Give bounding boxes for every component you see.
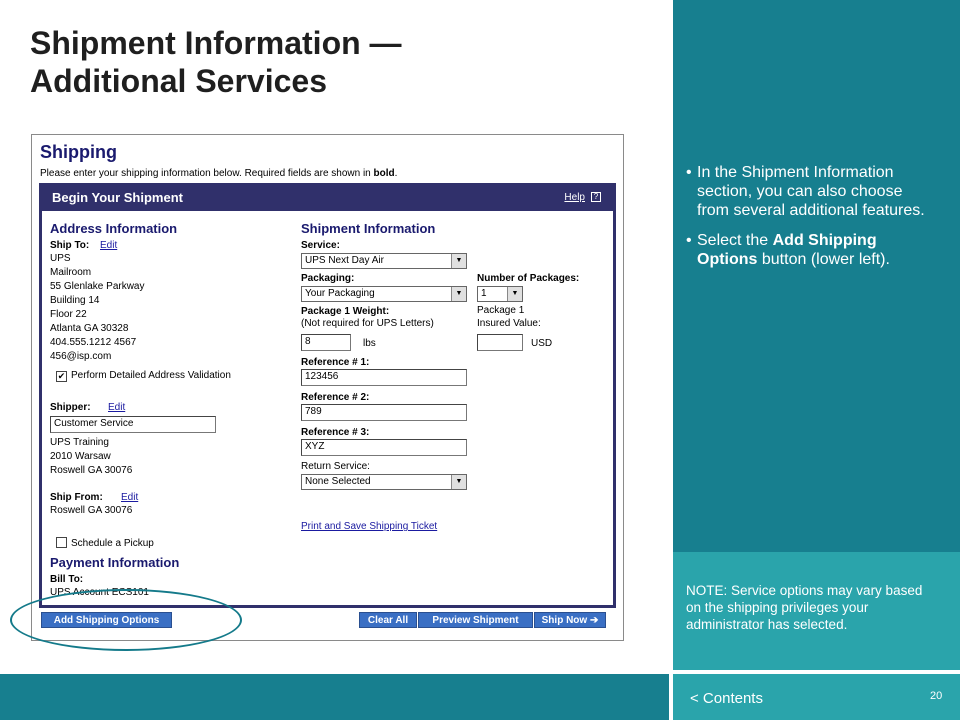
- address-line: Building 14: [50, 295, 100, 306]
- shipping-heading: Shipping: [40, 142, 117, 162]
- packaging-value: Your Packaging: [305, 288, 375, 299]
- highlight-ring: [10, 589, 242, 651]
- print-shipping-ticket-link[interactable]: Print and Save Shipping Ticket: [301, 521, 437, 532]
- reference3-input[interactable]: XYZ: [301, 439, 467, 456]
- address-line: 404.555.1212 4567: [50, 337, 137, 348]
- contents-link[interactable]: < Contents: [690, 690, 763, 707]
- address-line: Mailroom: [50, 267, 92, 278]
- shipper-address: UPS Training 2010 Warsaw Roswell GA 3007…: [50, 436, 132, 478]
- shipping-intro: Please enter your shipping information b…: [40, 168, 398, 179]
- instruction-bullets: In the Shipment Information section, you…: [686, 163, 936, 280]
- address-line: 456@isp.com: [50, 351, 112, 362]
- packaging-label: Packaging:: [301, 273, 355, 284]
- chevron-down-icon: ▼: [507, 287, 522, 301]
- address-line: UPS: [50, 253, 71, 264]
- chevron-down-icon: ▼: [451, 254, 466, 268]
- schedule-pickup-label: Schedule a Pickup: [71, 538, 154, 549]
- panel-title: Begin Your Shipment: [52, 190, 183, 205]
- address-section-title: Address Information: [50, 221, 178, 236]
- payment-section-title: Payment Information: [50, 555, 180, 570]
- ship-to-edit-link[interactable]: Edit: [100, 240, 117, 251]
- return-service-value: None Selected: [305, 476, 371, 487]
- package1-label: Package 1: [477, 305, 525, 316]
- address-line: 2010 Warsaw: [50, 451, 111, 462]
- ship-from-edit-link[interactable]: Edit: [121, 492, 138, 503]
- weight-unit: lbs: [363, 338, 376, 349]
- num-packages-label: Number of Packages:: [477, 273, 580, 284]
- reference3-label: Reference # 3:: [301, 427, 370, 438]
- insured-value-label: Insured Value:: [477, 318, 541, 329]
- address-line: 55 Glenlake Parkway: [50, 281, 145, 292]
- address-line: Roswell GA 30076: [50, 465, 133, 476]
- ship-to-address: UPS Mailroom 55 Glenlake Parkway Buildin…: [50, 252, 145, 364]
- weight-input[interactable]: 8: [301, 334, 351, 351]
- service-label: Service:: [301, 240, 340, 251]
- slide-title: Shipment Information — Additional Servic…: [30, 24, 650, 100]
- clear-all-button[interactable]: Clear All: [359, 612, 417, 628]
- insured-value-input[interactable]: [477, 334, 523, 351]
- shipper-input[interactable]: Customer Service: [50, 416, 216, 433]
- return-service-label: Return Service:: [301, 461, 370, 472]
- packaging-select[interactable]: Your Packaging ▼: [301, 286, 467, 302]
- help-link[interactable]: Help: [564, 192, 585, 203]
- slide-title-line2: Additional Services: [30, 63, 327, 99]
- reference2-label: Reference # 2:: [301, 392, 370, 403]
- address-validation-label: Perform Detailed Address Validation: [71, 370, 231, 381]
- ship-now-button[interactable]: Ship Now ➔: [534, 612, 606, 628]
- schedule-pickup-checkbox[interactable]: [56, 537, 67, 548]
- panel-header: Begin Your Shipment Help ?: [42, 186, 613, 211]
- reference1-input[interactable]: 123456: [301, 369, 467, 386]
- chevron-down-icon: ▼: [451, 287, 466, 301]
- ship-to-label: Ship To:: [50, 240, 90, 251]
- bullet-item: Select the Add Shipping Options button (…: [686, 231, 936, 269]
- preview-shipment-button[interactable]: Preview Shipment: [418, 612, 533, 628]
- address-line: Atlanta GA 30328: [50, 323, 129, 334]
- help-icon[interactable]: ?: [591, 192, 601, 202]
- return-service-select[interactable]: None Selected ▼: [301, 474, 467, 490]
- weight-note: (Not required for UPS Letters): [301, 318, 434, 329]
- num-packages-select[interactable]: 1 ▼: [477, 286, 523, 302]
- chevron-down-icon: ▼: [451, 475, 466, 489]
- ship-from-label: Ship From:: [50, 492, 103, 503]
- shipment-section-title: Shipment Information: [301, 221, 436, 236]
- slide-title-line1: Shipment Information —: [30, 25, 402, 61]
- shipping-screenshot: Shipping Please enter your shipping info…: [31, 134, 624, 641]
- page-number: 20: [930, 690, 943, 702]
- shipper-edit-link[interactable]: Edit: [108, 402, 125, 413]
- address-line: Floor 22: [50, 309, 87, 320]
- note-text: NOTE: Service options may vary based on …: [686, 583, 923, 632]
- ship-from-address: Roswell GA 30076: [50, 505, 133, 516]
- address-line: UPS Training: [50, 437, 109, 448]
- bullet-item: In the Shipment Information section, you…: [686, 163, 936, 220]
- reference2-input[interactable]: 789: [301, 404, 467, 421]
- service-select[interactable]: UPS Next Day Air ▼: [301, 253, 467, 269]
- shipper-label: Shipper:: [50, 402, 91, 413]
- insured-unit: USD: [531, 338, 553, 349]
- weight-label: Package 1 Weight:: [301, 306, 390, 317]
- num-packages-value: 1: [481, 288, 487, 299]
- panel-divider: [669, 0, 673, 720]
- service-value: UPS Next Day Air: [305, 255, 384, 266]
- panel-divider-horizontal: [673, 670, 960, 674]
- bill-to-label: Bill To:: [50, 574, 84, 585]
- address-validation-checkbox[interactable]: ✔: [56, 371, 67, 382]
- begin-shipment-panel: Begin Your Shipment Help ? Address Infor…: [39, 183, 616, 608]
- reference1-label: Reference # 1:: [301, 357, 370, 368]
